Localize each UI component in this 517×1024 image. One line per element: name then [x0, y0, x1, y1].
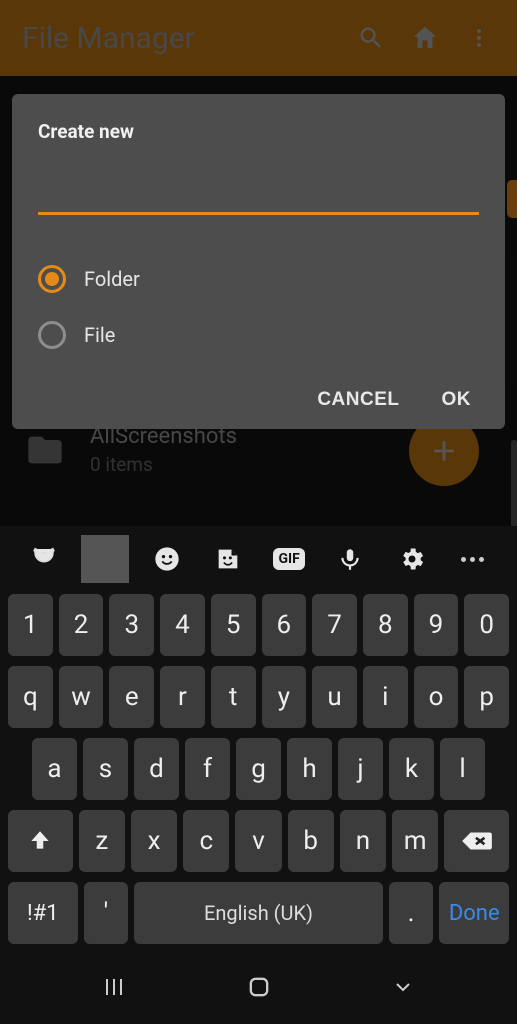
key-u[interactable]: u — [312, 666, 357, 728]
text-input-mode-icon[interactable] — [20, 535, 68, 583]
create-new-dialog: Create new Folder File CANCEL OK — [12, 94, 505, 429]
key-l[interactable]: l — [440, 738, 485, 800]
key-c[interactable]: c — [183, 810, 229, 872]
key-d[interactable]: d — [134, 738, 179, 800]
key-e[interactable]: e — [109, 666, 154, 728]
radio-label: File — [84, 323, 115, 347]
more-icon[interactable] — [449, 535, 497, 583]
folder-subtitle: 0 items — [90, 453, 237, 476]
key-k[interactable]: k — [389, 738, 434, 800]
soft-keyboard: GIF 1234567890 qwertyuiop asdfghjkl zxcv… — [0, 526, 517, 1024]
key-r[interactable]: r — [160, 666, 205, 728]
key-m[interactable]: m — [392, 810, 438, 872]
ok-button[interactable]: OK — [442, 389, 472, 411]
shift-key[interactable] — [8, 810, 73, 872]
apostrophe-key[interactable]: ' — [84, 882, 129, 944]
key-0[interactable]: 0 — [464, 594, 509, 656]
backspace-key[interactable] — [444, 810, 509, 872]
key-s[interactable]: s — [83, 738, 128, 800]
key-z[interactable]: z — [79, 810, 125, 872]
key-o[interactable]: o — [414, 666, 459, 728]
key-p[interactable]: p — [464, 666, 509, 728]
key-9[interactable]: 9 — [414, 594, 459, 656]
keyboard-toolbar: GIF — [0, 526, 517, 592]
key-y[interactable]: y — [262, 666, 307, 728]
type-radio-group: Folder File — [38, 251, 479, 363]
dialog-title: Create new — [38, 120, 479, 143]
key-8[interactable]: 8 — [363, 594, 408, 656]
emoji-icon[interactable] — [143, 535, 191, 583]
radio-option-folder[interactable]: Folder — [38, 251, 479, 307]
key-f[interactable]: f — [185, 738, 230, 800]
key-a[interactable]: a — [32, 738, 77, 800]
cancel-button[interactable]: CANCEL — [317, 389, 399, 411]
key-b[interactable]: b — [288, 810, 334, 872]
app-title: File Manager — [22, 21, 337, 56]
done-key[interactable]: Done — [439, 882, 509, 944]
top-app-bar: File Manager — [0, 0, 517, 76]
name-input[interactable] — [38, 181, 479, 215]
key-6[interactable]: 6 — [262, 594, 307, 656]
sticker-icon[interactable] — [204, 535, 252, 583]
gif-icon[interactable]: GIF — [265, 535, 313, 583]
key-q[interactable]: q — [8, 666, 53, 728]
key-i[interactable]: i — [363, 666, 408, 728]
toolbar-divider — [81, 535, 129, 583]
recents-button[interactable] — [84, 967, 144, 1007]
folder-icon — [20, 430, 70, 470]
radio-option-file[interactable]: File — [38, 307, 479, 363]
symbols-key[interactable]: !#1 — [8, 882, 78, 944]
radio-indicator — [38, 265, 66, 293]
key-3[interactable]: 3 — [109, 594, 154, 656]
search-icon[interactable] — [351, 18, 391, 58]
back-button[interactable] — [373, 967, 433, 1007]
key-v[interactable]: v — [235, 810, 281, 872]
key-h[interactable]: h — [287, 738, 332, 800]
key-j[interactable]: j — [338, 738, 383, 800]
home-icon[interactable] — [405, 18, 445, 58]
keyboard-row-numbers: 1234567890 — [8, 594, 509, 656]
period-key[interactable]: . — [389, 882, 434, 944]
home-button[interactable] — [229, 967, 289, 1007]
key-1[interactable]: 1 — [8, 594, 53, 656]
radio-label: Folder — [84, 267, 140, 291]
system-navigation-bar — [0, 956, 517, 1018]
key-4[interactable]: 4 — [160, 594, 205, 656]
key-g[interactable]: g — [236, 738, 281, 800]
key-5[interactable]: 5 — [211, 594, 256, 656]
keyboard-row-a: asdfghjkl — [8, 738, 509, 800]
space-key[interactable]: English (UK) — [134, 882, 382, 944]
key-7[interactable]: 7 — [312, 594, 357, 656]
keyboard-row-z: zxcvbnm — [8, 810, 509, 872]
key-n[interactable]: n — [340, 810, 386, 872]
settings-icon[interactable] — [388, 535, 436, 583]
key-x[interactable]: x — [131, 810, 177, 872]
overflow-menu-icon[interactable] — [459, 18, 499, 58]
mic-icon[interactable] — [326, 535, 374, 583]
key-2[interactable]: 2 — [59, 594, 104, 656]
key-t[interactable]: t — [211, 666, 256, 728]
radio-indicator — [38, 321, 66, 349]
key-w[interactable]: w — [59, 666, 104, 728]
edge-panel-handle[interactable] — [507, 180, 517, 218]
keyboard-row-bottom: !#1 ' English (UK) . Done — [8, 882, 509, 944]
keyboard-row-q: qwertyuiop — [8, 666, 509, 728]
